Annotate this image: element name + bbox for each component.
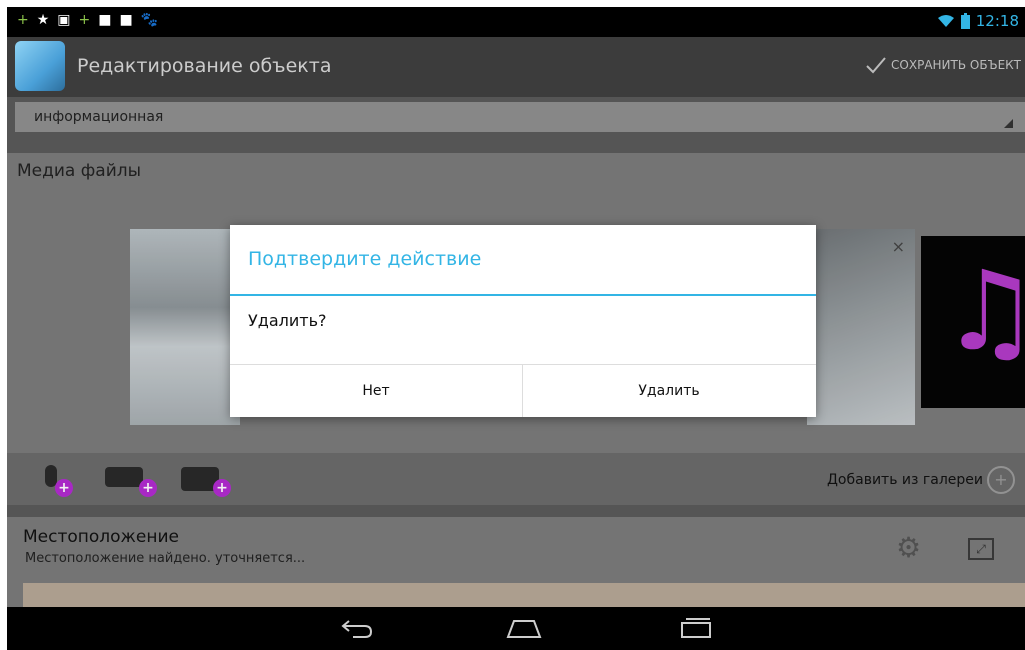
wifi-icon [937, 15, 954, 27]
home-icon [506, 620, 542, 638]
recent-apps-icon [681, 618, 711, 638]
bag-icon: ■ [119, 12, 133, 28]
battery-icon [960, 13, 970, 29]
bag-icon: ■ [98, 12, 112, 28]
plus-icon: + [78, 12, 91, 28]
star-icon: ★ [36, 12, 50, 28]
status-notification-icons: + ★ ▣ + ■ ■ 🐾 [17, 12, 158, 28]
no-button[interactable]: Нет [230, 365, 522, 417]
delete-button[interactable]: Удалить [523, 365, 815, 417]
page-title: Редактирование объекта [77, 55, 332, 77]
save-object-label: СОХРАНИТЬ ОБЪЕКТ [891, 58, 1021, 72]
dialog-divider [230, 294, 816, 296]
dialog-title: Подтвердите действие [248, 248, 482, 270]
clock: 12:18 [975, 12, 1019, 30]
paw-icon: 🐾 [140, 12, 159, 28]
back-button[interactable] [330, 617, 380, 641]
status-bar: + ★ ▣ + ■ ■ 🐾 12:18 [7, 7, 1025, 37]
plus-icon: + [17, 12, 29, 28]
image-icon: ▣ [57, 12, 71, 28]
confirm-dialog: Подтвердите действие Удалить? Нет Удалит… [230, 225, 816, 417]
action-bar: Редактирование объекта СОХРАНИТЬ ОБЪЕКТ [7, 37, 1025, 97]
recent-apps-button[interactable] [671, 617, 721, 641]
save-object-button[interactable]: СОХРАНИТЬ ОБЪЕКТ [865, 56, 1021, 74]
navigation-bar [7, 607, 1025, 650]
checkmark-icon [866, 57, 886, 74]
home-button[interactable] [499, 617, 549, 641]
status-right: 12:18 [937, 12, 1019, 30]
device-screen: + ★ ▣ + ■ ■ 🐾 12:18 Редактирование объек… [7, 7, 1025, 650]
dialog-message: Удалить? [248, 311, 327, 330]
app-icon[interactable] [15, 41, 65, 91]
back-arrow-icon [341, 620, 373, 638]
